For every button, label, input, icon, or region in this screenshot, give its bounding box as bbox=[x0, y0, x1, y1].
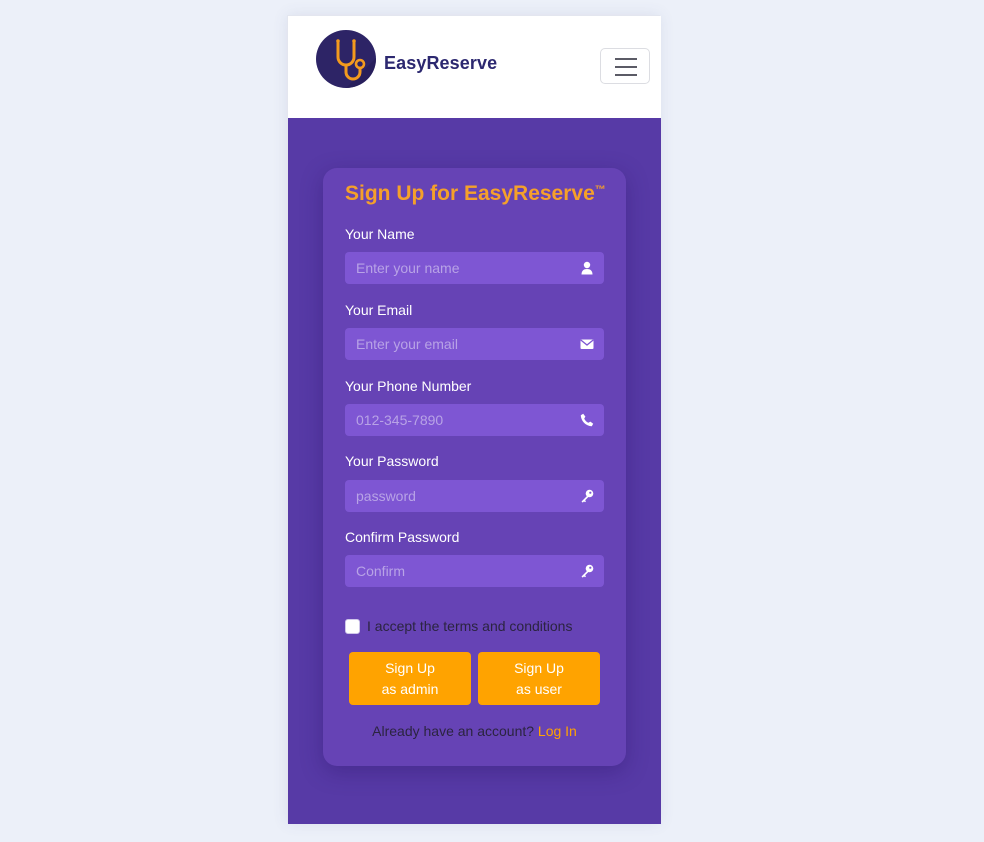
signup-admin-button[interactable]: Sign Up as admin bbox=[349, 652, 471, 705]
confirm-password-input[interactable] bbox=[345, 555, 571, 587]
hamburger-menu-icon-bar bbox=[615, 74, 637, 76]
login-prompt: Already have an account? bbox=[372, 723, 538, 739]
terms-label: I accept the terms and conditions bbox=[367, 618, 573, 634]
key-icon bbox=[581, 564, 594, 578]
signup-title: Sign Up for EasyReserve™ bbox=[345, 182, 606, 206]
signup-user-line1: Sign Up bbox=[514, 659, 564, 676]
hamburger-menu-icon bbox=[615, 58, 637, 60]
login-row: Already have an account? Log In bbox=[323, 723, 626, 739]
email-label: Your Email bbox=[345, 302, 413, 318]
trademark-symbol: ™ bbox=[594, 184, 606, 196]
navbar-toggle-button[interactable] bbox=[600, 48, 650, 84]
signup-user-button[interactable]: Sign Up as user bbox=[478, 652, 600, 705]
hamburger-menu-icon-bar bbox=[615, 66, 637, 68]
key-icon bbox=[581, 489, 594, 503]
stethoscope-icon bbox=[336, 39, 376, 88]
confirm-password-label: Confirm Password bbox=[345, 529, 460, 545]
confirm-password-field-box bbox=[345, 555, 604, 587]
hero-section: Sign Up for EasyReserve™ Your Name Your … bbox=[288, 118, 661, 824]
password-field-box bbox=[345, 480, 604, 512]
name-input[interactable] bbox=[345, 252, 571, 284]
phone-label: Your Phone Number bbox=[345, 378, 472, 394]
signup-admin-line2: as admin bbox=[381, 680, 439, 697]
signup-admin-line1: Sign Up bbox=[385, 659, 435, 676]
signup-user-line2: as user bbox=[516, 680, 562, 697]
email-input[interactable] bbox=[345, 328, 571, 360]
phone-icon bbox=[580, 413, 594, 427]
logo[interactable] bbox=[316, 30, 376, 88]
terms-row: I accept the terms and conditions bbox=[345, 618, 572, 634]
app-frame: EasyReserve Sign Up for EasyReserve™ You… bbox=[287, 15, 661, 824]
navbar: EasyReserve bbox=[288, 16, 661, 118]
login-link[interactable]: Log In bbox=[538, 723, 577, 739]
email-field-box bbox=[345, 328, 604, 360]
brand-name[interactable]: EasyReserve bbox=[384, 53, 497, 74]
password-input[interactable] bbox=[345, 480, 571, 512]
terms-checkbox[interactable] bbox=[345, 618, 360, 634]
signup-title-text: Sign Up for EasyReserve bbox=[345, 182, 595, 205]
phone-field-box bbox=[345, 404, 604, 436]
name-field-box bbox=[345, 252, 604, 284]
name-label: Your Name bbox=[345, 226, 415, 242]
signup-card: Sign Up for EasyReserve™ Your Name Your … bbox=[323, 168, 626, 766]
envelope-icon bbox=[580, 339, 594, 349]
password-label: Your Password bbox=[345, 453, 439, 469]
phone-input[interactable] bbox=[345, 404, 571, 436]
user-icon bbox=[581, 261, 593, 275]
